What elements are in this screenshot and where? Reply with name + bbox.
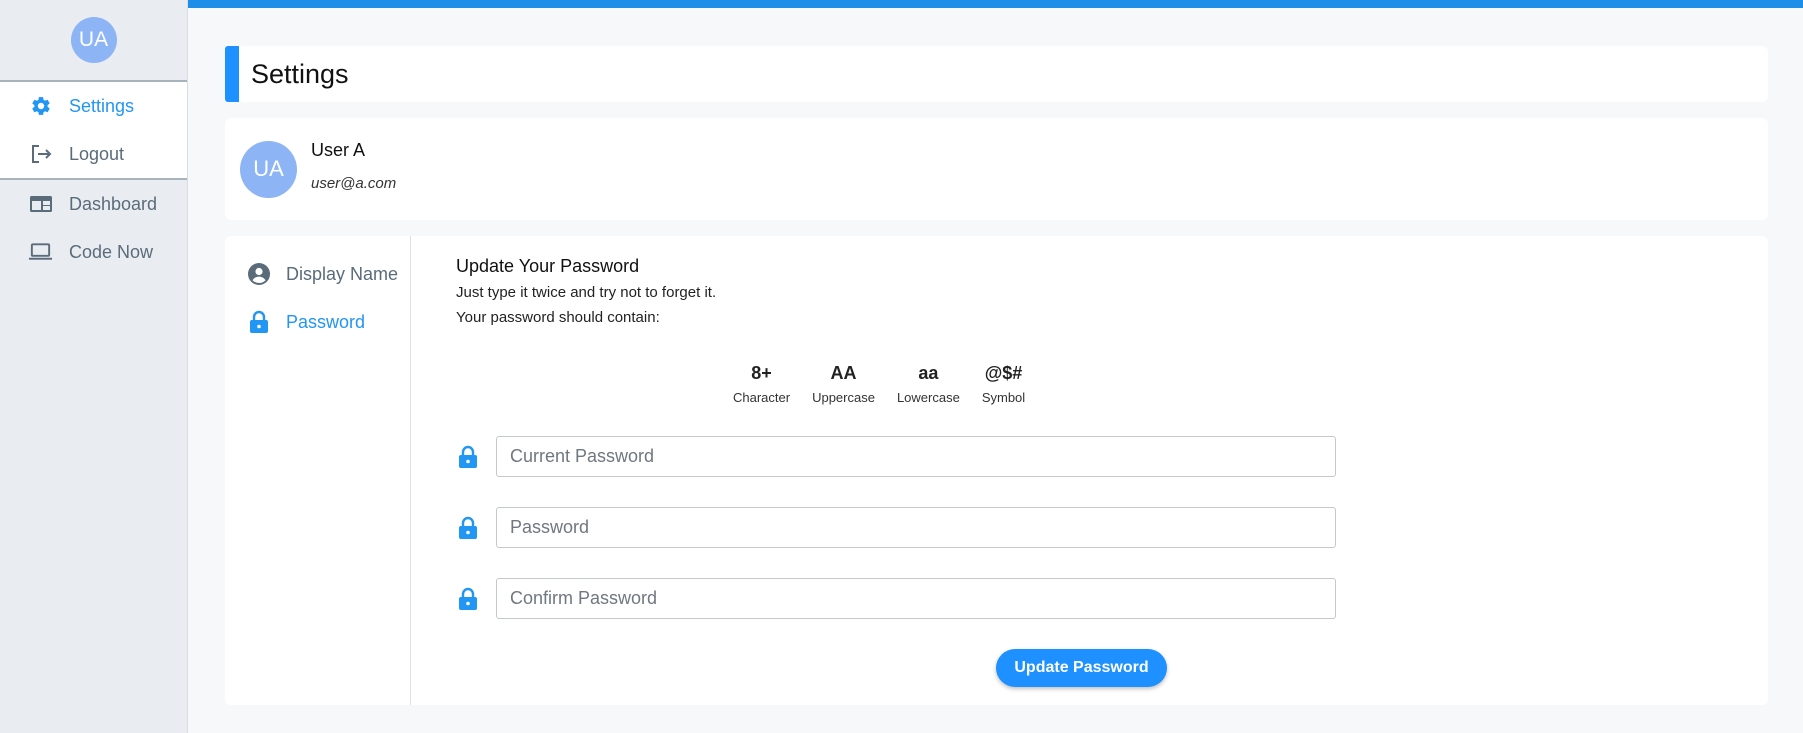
gear-icon <box>28 94 53 119</box>
requirement-value: 8+ <box>751 363 772 383</box>
sidebar: UA Settings Logout Dashboard Code Now <box>0 0 188 733</box>
password-requirements: 8+ Character AA Uppercase aa Lowercase @… <box>733 363 1047 405</box>
settings-panel: Display Name Password Update Your Passwo… <box>225 236 1768 705</box>
dashboard-icon <box>28 192 53 217</box>
account-circle-icon <box>247 262 271 286</box>
user-avatar: UA <box>240 140 297 198</box>
requirement-value: AA <box>830 363 857 383</box>
password-section: Update Your Password Just type it twice … <box>411 236 1768 705</box>
requirement-label: Lowercase <box>896 390 960 405</box>
requirement-label: Uppercase <box>812 390 875 405</box>
requirement-item: 8+ Character <box>733 363 790 405</box>
requirement-item: aa Lowercase <box>897 363 960 405</box>
lock-icon <box>456 514 480 542</box>
sidebar-header: UA <box>0 0 187 82</box>
new-password-row <box>456 507 1336 548</box>
settings-submenu: Display Name Password <box>225 236 411 705</box>
lock-icon <box>456 443 480 471</box>
user-email: user@a.com <box>311 175 397 192</box>
requirement-value: aa <box>918 363 939 383</box>
confirm-password-input[interactable] <box>496 578 1336 619</box>
section-heading: Update Your Password <box>456 256 640 276</box>
sidebar-item-dashboard[interactable]: Dashboard <box>0 180 187 228</box>
requirement-item: @$# Symbol <box>982 363 1025 405</box>
current-password-input[interactable] <box>496 436 1336 477</box>
page-title: Settings <box>251 58 349 89</box>
sidebar-item-settings[interactable]: Settings <box>0 82 187 130</box>
logout-icon <box>28 142 53 167</box>
submenu-item-label: Display Name <box>286 263 399 284</box>
lock-icon <box>456 585 480 613</box>
requirement-value: @$# <box>984 363 1023 383</box>
sidebar-item-code-now[interactable]: Code Now <box>0 228 187 276</box>
user-info: User A user@a.com <box>311 140 396 192</box>
header-accent <box>225 46 239 102</box>
laptop-icon <box>28 240 53 265</box>
sidebar-item-label: Dashboard <box>69 193 158 214</box>
sidebar-primary-menu: Settings Logout <box>0 82 187 180</box>
confirm-password-row <box>456 578 1336 619</box>
new-password-input[interactable] <box>496 507 1336 548</box>
lock-icon <box>247 310 271 334</box>
sidebar-item-label: Code Now <box>69 241 154 262</box>
section-requirements-intro: Your password should contain: <box>456 309 660 326</box>
section-description: Just type it twice and try not to forget… <box>456 284 717 301</box>
top-accent-bar <box>188 0 1803 8</box>
requirement-label: Character <box>733 390 791 405</box>
page-header: Settings <box>225 46 1768 102</box>
current-password-row <box>456 436 1336 477</box>
user-card: UA User A user@a.com <box>225 118 1768 220</box>
avatar[interactable]: UA <box>70 17 117 63</box>
user-name: User A <box>311 140 366 160</box>
submenu-item-password[interactable]: Password <box>225 298 410 346</box>
sidebar-item-label: Settings <box>69 95 135 116</box>
submenu-item-display-name[interactable]: Display Name <box>225 250 410 298</box>
update-password-button[interactable]: Update Password <box>996 649 1167 687</box>
requirement-label: Symbol <box>981 390 1026 405</box>
sidebar-item-label: Logout <box>69 143 125 164</box>
sidebar-item-logout[interactable]: Logout <box>0 130 187 178</box>
submenu-item-label: Password <box>286 311 366 332</box>
requirement-item: AA Uppercase <box>812 363 875 405</box>
